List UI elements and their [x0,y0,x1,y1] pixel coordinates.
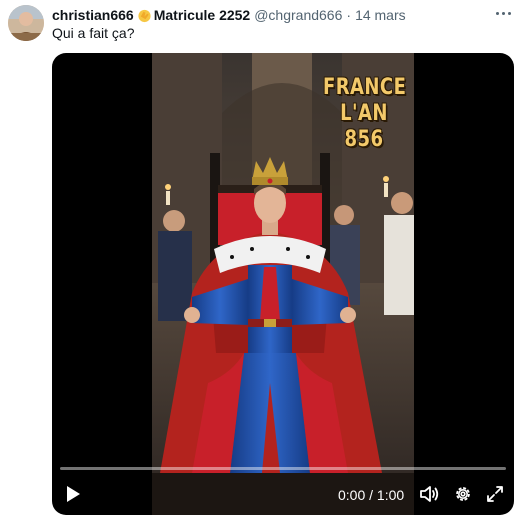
user-avatar[interactable] [8,5,44,41]
video-progress-bar[interactable] [60,467,506,470]
time-separator: / [365,487,377,503]
overlay-line: FRANCE [323,75,407,100]
overlay-line: L'AN [340,101,388,126]
tweet-text: Qui a fait ça? [52,25,135,41]
video-player[interactable]: FRANCE L'AN 856 0:00 / 1:00 [52,53,514,515]
video-time: 0:00 / 1:00 [338,487,404,503]
settings-gear-icon[interactable] [452,483,474,505]
more-icon[interactable] [493,6,513,20]
display-name-suffix[interactable]: Matricule 2252 [154,7,251,23]
overlay-line: 856 [344,127,384,152]
header-separator: · [346,7,352,23]
video-controls: 0:00 / 1:00 [52,481,514,511]
user-handle[interactable]: @chgrand666 [254,7,342,23]
duration: 1:00 [376,487,405,503]
display-name[interactable]: christian666 [52,7,134,23]
current-time: 0:00 [338,487,366,503]
volume-icon[interactable] [418,483,440,505]
play-icon[interactable] [62,483,84,505]
tweet-date[interactable]: 14 mars [355,7,406,23]
video-overlay-text: FRANCE L'AN 856 [323,75,407,153]
clapping-hands-icon [137,8,152,23]
tweet-header: christian666 Matricule 2252 @chgrand666 … [52,6,406,24]
fullscreen-icon[interactable] [484,483,506,505]
